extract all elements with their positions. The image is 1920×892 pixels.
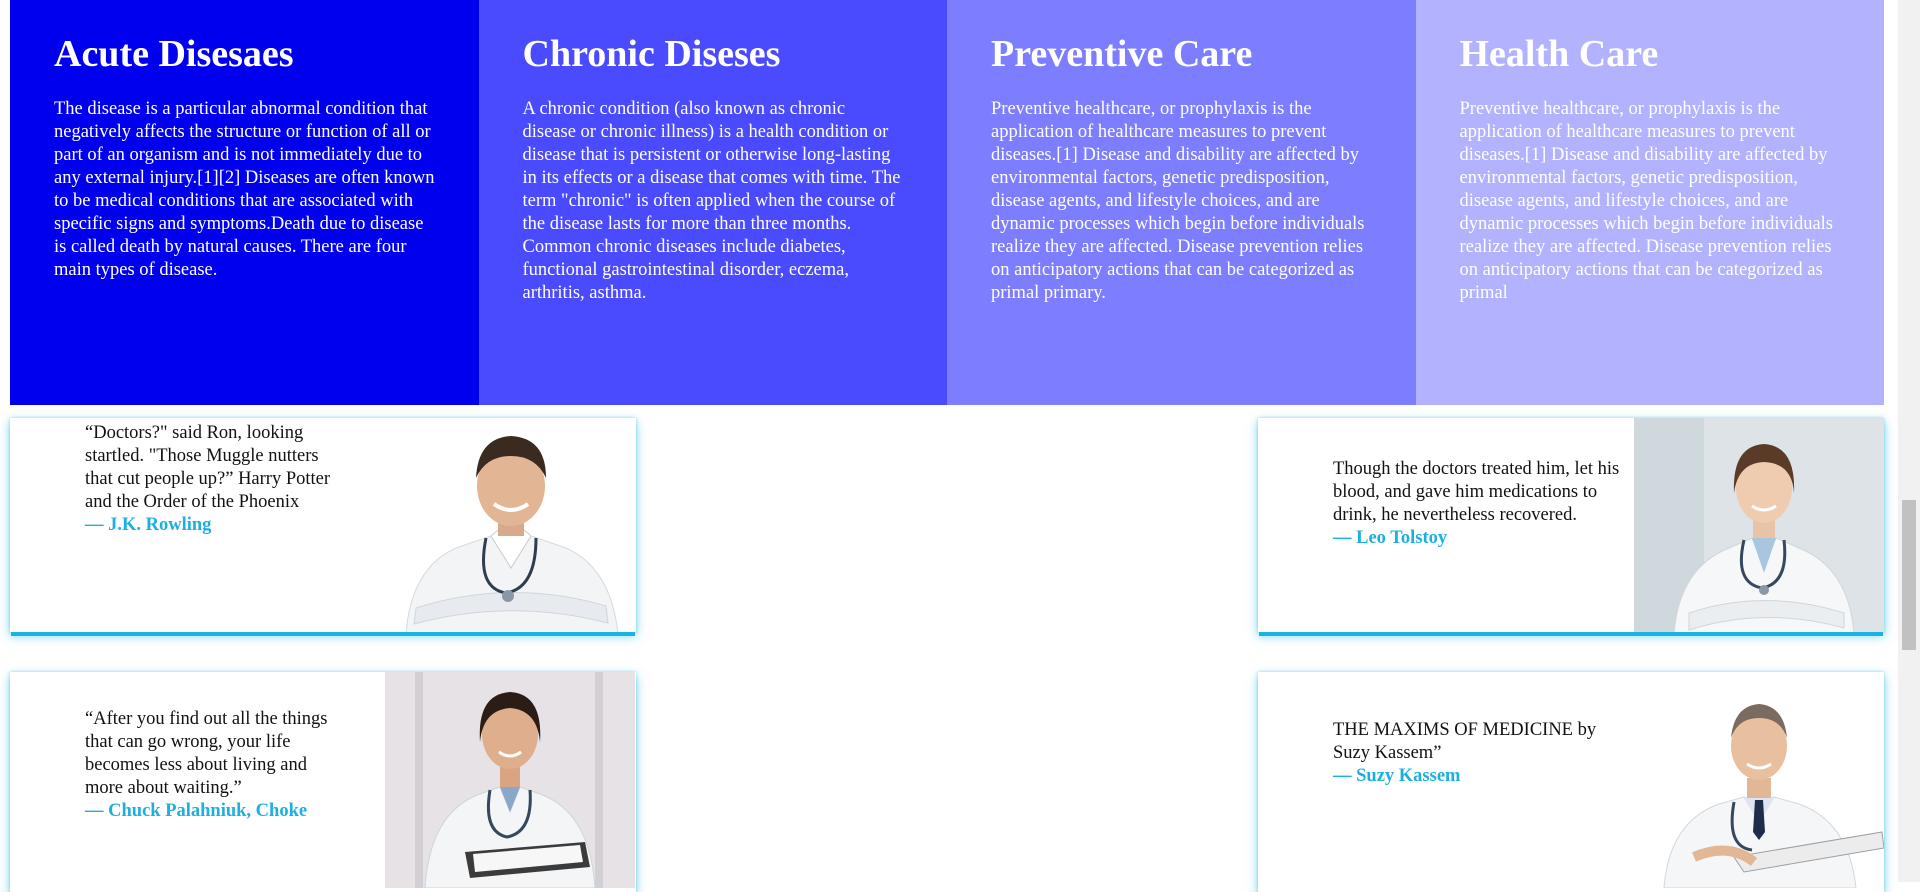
quote-author: — Chuck Palahniuk, Choke [85,801,308,821]
testimonial-card: Though the doctors treated him, let his … [1258,418,1884,632]
testimonial-quote: “Doctors?" said Ron, looking startled. "… [85,422,335,537]
scrollbar-thumb[interactable] [1902,500,1916,650]
feature-text: A chronic condition (also known as chron… [522,99,901,303]
doctor-photo [386,418,636,632]
feature-text: Preventive healthcare, or prophylaxis is… [991,99,1365,303]
quote-author: — J.K. Rowling [85,515,212,535]
feature-title: Chronic Diseses [522,33,781,75]
quote-text: Though the doctors treated him, let his … [1333,459,1620,525]
feature-title: Health Care [1459,33,1659,75]
feature-health: Health Care Preventive healthcare, or pr… [1415,0,1884,405]
doctor-photo [385,672,635,892]
feature-title: Preventive Care [991,33,1253,75]
testimonial-quote: THE MAXIMS OF MEDICINE by Suzy Kassem” —… [1333,719,1633,788]
page-scrollbar[interactable] [1898,0,1920,882]
quote-author: — Suzy Kassem [1333,766,1461,786]
feature-preventive: Preventive Care Preventive healthcare, o… [947,0,1416,405]
testimonial-card: “After you find out all the things that … [10,672,636,892]
feature-chronic: Chronic Diseses A chronic condition (als… [478,0,947,405]
quote-author: — Leo Tolstoy [1333,528,1448,548]
feature-text: Preventive healthcare, or prophylaxis is… [1459,99,1834,303]
quote-text: “After you find out all the things that … [85,709,328,798]
doctor-photo [1634,672,1884,892]
testimonial-quote: “After you find out all the things that … [85,708,335,823]
quote-text: THE MAXIMS OF MEDICINE by Suzy Kassem” [1333,720,1597,763]
feature-title: Acute Disesaes [54,33,294,75]
feature-text: The disease is a particular abnormal con… [54,99,435,280]
testimonial-quote: Though the doctors treated him, let his … [1333,458,1633,550]
testimonial-card: THE MAXIMS OF MEDICINE by Suzy Kassem” —… [1258,672,1884,892]
feature-acute: Acute Disesaes The disease is a particul… [10,0,479,405]
features-section: Acute Disesaes The disease is a particul… [10,0,1884,405]
quote-text: “Doctors?" said Ron, looking startled. "… [85,423,331,512]
testimonial-card: “Doctors?" said Ron, looking startled. "… [10,418,636,632]
doctor-photo [1634,418,1884,632]
